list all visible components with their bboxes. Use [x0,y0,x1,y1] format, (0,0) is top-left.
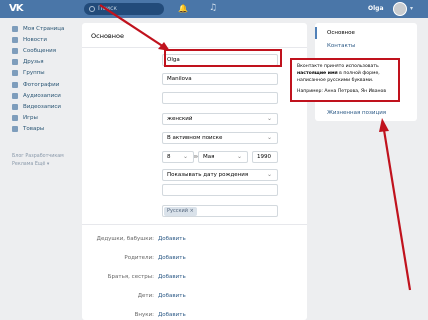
menu-item-label: Игры [23,115,38,122]
relatives-grandparents-label: Дедушки, бабушки: [96,236,154,242]
add-grandchildren-link[interactable]: Добавить [158,311,186,319]
menu-item-label: Фотографии [23,81,60,88]
tooltip-bold: настоящие имя [297,70,338,76]
menu-item-label: Товары [23,126,45,133]
arrow-bottom [382,129,412,291]
chevron-down-icon: ⌄ [266,171,272,178]
top-bar: VK Поиск 🔔 ♫ Olga ▾ [0,0,428,18]
chevron-down-icon: ⌄ [266,115,272,122]
menu-item-label: Моя Страница [23,25,65,32]
close-icon[interactable]: × [190,208,194,214]
bell-icon[interactable]: 🔔 [178,4,188,13]
market-icon [12,126,18,133]
birth-year-select[interactable]: 1990 [252,151,278,163]
birthday-visibility-select[interactable]: Показывать дату рождения ⌄ [162,169,278,181]
menu-item-label: Друзья [23,59,44,66]
gender-value: женский [167,116,193,122]
tooltip-line-2-rest: в полной форме, [337,70,380,76]
menu-item-friends[interactable]: Друзья [12,57,80,68]
nav-item-life-position[interactable]: Жизненная позиция [327,109,386,117]
menu-item-label: Сообщения [23,47,57,54]
groups-icon [12,70,18,77]
footer-links-2[interactable]: Реклама Ещё ▾ [12,161,82,169]
audio-icon [12,92,18,99]
add-children-link[interactable]: Добавить [158,292,186,300]
tooltip-line-3: написанное русскими буквами. [297,77,374,83]
last-name-field[interactable]: Manilova [162,73,278,85]
maiden-name-field[interactable] [162,92,278,104]
relatives-grandchildren-label: Внуки: [134,312,154,318]
video-icon [12,103,18,110]
tooltip-line-2: настоящие имя в полной форме, [297,71,393,78]
menu-item-label: Аудиозаписи [23,92,61,99]
search-input[interactable]: Поиск [84,3,164,15]
menu-item-news[interactable]: Новости [12,34,80,45]
marital-status-value: В активном поиске [167,135,223,141]
tooltip-line-1: Вконтакте принято использовать [297,64,379,69]
add-siblings-link[interactable]: Добавить [158,273,186,281]
menu-item-video[interactable]: Видеозаписи [12,101,80,112]
language-tag[interactable]: Русский × [164,206,197,216]
edit-profile-card: Основное Имя: Olga Фамилия: Manilova Дев… [82,23,307,320]
birth-day-select[interactable]: 8 ⌄ [162,151,194,163]
home-icon [12,25,18,32]
menu-item-games[interactable]: Игры [12,113,80,124]
chevron-down-icon: ⌄ [266,134,272,141]
relatives-children-label: Дети: [137,293,154,299]
menu-item-messages[interactable]: Сообщения [12,45,80,56]
search-icon [89,6,95,12]
chevron-down-icon: ⌄ [182,153,188,160]
name-field-highlight [164,49,282,67]
menu-item-groups[interactable]: Группы [12,68,80,79]
menu-item-my-page[interactable]: Моя Страница [12,23,80,34]
relatives-parents-label: Родители: [124,255,154,261]
chevron-down-icon: ⌄ [236,153,242,160]
menu-item-market[interactable]: Товары [12,124,80,135]
page-title: Основное [91,32,124,40]
birth-month-value: Мая [203,154,215,160]
vk-logo[interactable]: VK [9,3,27,15]
active-indicator [315,27,317,39]
menu-footer: Блог Разработчикам Реклама Ещё ▾ [12,153,82,169]
footer-links-1[interactable]: Блог Разработчикам [12,153,82,161]
marital-status-select[interactable]: В активном поиске ⌄ [162,132,278,144]
photos-icon [12,81,18,88]
left-menu: Моя Страница Новости Сообщения Друзья Гр… [12,23,80,135]
nav-item-contacts[interactable]: Контакты [327,42,355,50]
menu-item-label: Группы [23,70,45,77]
language-tag-label: Русский [167,207,188,214]
hometown-field[interactable] [162,184,278,196]
name-rules-tooltip: Вконтакте принято использовать настоящие… [290,58,400,102]
music-note-icon[interactable]: ♫ [209,3,217,14]
games-icon [12,115,18,122]
chevron-down-icon[interactable]: ▾ [410,5,413,12]
avatar[interactable] [393,2,407,16]
gender-select[interactable]: женский ⌄ [162,113,278,125]
relatives-siblings-label: Братья, сестры: [107,274,154,280]
news-icon [12,36,18,43]
friends-icon [12,59,18,66]
birth-month-select[interactable]: Мая ⌄ [198,151,248,163]
menu-item-audio[interactable]: Аудиозаписи [12,90,80,101]
messages-icon [12,47,18,54]
divider [82,224,307,225]
nav-item-basic[interactable]: Основное [327,29,355,37]
tooltip-example: Например: Анна Петрова, Ян Иванов [297,89,387,95]
birth-day-value: 8 [167,154,171,160]
menu-item-label: Видеозаписи [23,103,61,110]
divider [82,47,307,48]
add-parents-link[interactable]: Добавить [158,254,186,262]
menu-item-label: Новости [23,36,47,43]
birthday-visibility-value: Показывать дату рождения [167,172,249,178]
search-placeholder: Поиск [98,5,118,12]
menu-item-photos[interactable]: Фотографии [12,79,80,90]
user-name[interactable]: Olga [368,4,384,14]
add-grandparents-link[interactable]: Добавить [158,235,186,243]
birth-year-value: 1990 [257,154,271,160]
